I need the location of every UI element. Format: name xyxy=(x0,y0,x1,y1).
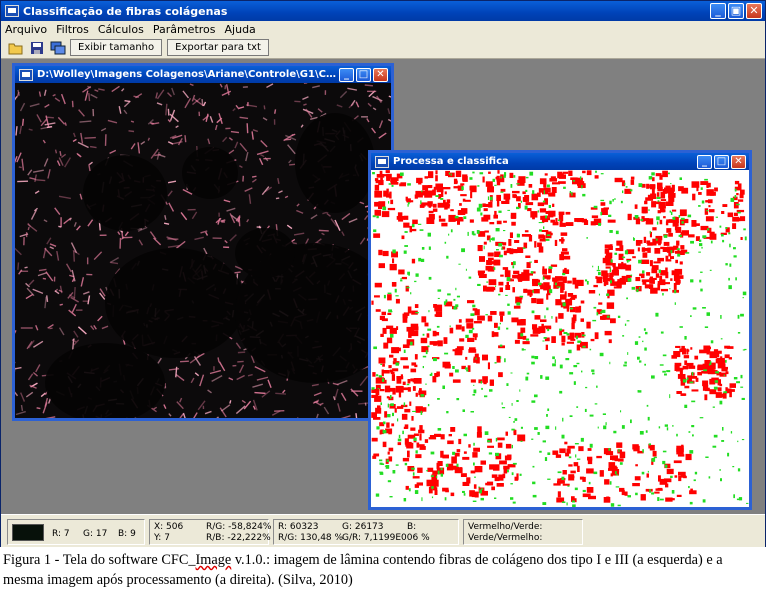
original-close-button[interactable]: ✕ xyxy=(373,68,388,82)
microscopy-image xyxy=(15,83,391,418)
maximize-button[interactable]: ▣ xyxy=(728,3,744,19)
tissue-void xyxy=(45,343,165,418)
export-txt-button[interactable]: Exportar para txt xyxy=(167,39,269,56)
cursor-x: X: 506 xyxy=(154,522,184,532)
cursor-y: Y: 7 xyxy=(154,533,170,543)
ratio-red-green: Vermelho/Verde: xyxy=(468,522,543,532)
menu-bar: Arquivo Filtros Cálculos Parâmetros Ajud… xyxy=(1,21,765,37)
toolbar: Exibir tamanho Exportar para txt xyxy=(1,37,765,59)
open-folder-icon[interactable] xyxy=(7,39,25,57)
close-button[interactable]: ✕ xyxy=(746,3,762,19)
process-icon[interactable] xyxy=(49,39,67,57)
minimize-button[interactable]: _ xyxy=(710,3,726,19)
processed-minimize-button[interactable]: _ xyxy=(697,155,712,169)
app-title: Classificação de fibras colágenas xyxy=(23,4,228,18)
menu-ajuda[interactable]: Ajuda xyxy=(225,23,256,36)
app-titlebar[interactable]: Classificação de fibras colágenas _ ▣ ✕ xyxy=(1,1,765,21)
tissue-void xyxy=(182,147,238,199)
processed-image-window[interactable]: Processa e classifica _ □ ✕ xyxy=(368,150,752,510)
totals-panel: R: 60323 G: 26173 B: R/G: 130,48 % G/R: … xyxy=(273,519,459,545)
pixel-g: G: 17 xyxy=(83,529,108,539)
tissue-void xyxy=(83,155,167,231)
total-b: B: xyxy=(407,522,417,532)
total-r: R: 60323 xyxy=(278,522,319,532)
cursor-panel: X: 506 Y: 7 R/G: -58,824% R/B: -22,222% xyxy=(149,519,272,545)
tissue-void xyxy=(295,113,375,213)
menu-parametros[interactable]: Parâmetros xyxy=(153,23,216,36)
window-icon xyxy=(19,68,33,81)
color-panel: R: 7 G: 17 B: 9 xyxy=(7,519,145,545)
original-minimize-button[interactable]: _ xyxy=(339,68,354,82)
menu-filtros[interactable]: Filtros xyxy=(56,23,89,36)
tissue-void xyxy=(105,248,245,358)
processed-window-title: Processa e classifica xyxy=(393,156,509,167)
color-swatch xyxy=(12,524,44,541)
processed-close-button[interactable]: ✕ xyxy=(731,155,746,169)
original-maximize-button[interactable]: □ xyxy=(356,68,371,82)
menu-arquivo[interactable]: Arquivo xyxy=(5,23,47,36)
app-icon xyxy=(5,5,19,17)
processed-window-titlebar[interactable]: Processa e classifica _ □ ✕ xyxy=(371,153,749,170)
classified-image xyxy=(371,170,749,507)
ratio-panel: Vermelho/Verde: Verde/Vermelho: xyxy=(463,519,583,545)
processed-maximize-button[interactable]: □ xyxy=(714,155,729,169)
figure-caption: Figura 1 - Tela do software CFC_Image v.… xyxy=(3,552,723,588)
save-icon[interactable] xyxy=(28,39,46,57)
pixel-b: B: 9 xyxy=(118,529,136,539)
original-image-window[interactable]: D:\Wolley\Imagens Colagenos\Ariane\Contr… xyxy=(12,63,394,421)
pixel-rb: R/B: -22,222% xyxy=(206,533,271,543)
tissue-void xyxy=(235,228,295,278)
window-icon xyxy=(375,155,389,168)
app-window: Classificação de fibras colágenas _ ▣ ✕ … xyxy=(0,0,766,547)
fit-size-button[interactable]: Exibir tamanho xyxy=(70,39,163,56)
total-rg: R/G: 130,48 % xyxy=(278,533,344,543)
total-gr: G/R: 7,1199E006 % xyxy=(342,533,430,543)
ratio-green-red: Verde/Vermelho: xyxy=(468,533,543,543)
original-window-titlebar[interactable]: D:\Wolley\Imagens Colagenos\Ariane\Contr… xyxy=(15,66,391,83)
total-g: G: 26173 xyxy=(342,522,384,532)
pixel-r: R: 7 xyxy=(52,529,70,539)
status-bar: R: 7 G: 17 B: 9 X: 506 Y: 7 R/G: -58,824… xyxy=(1,514,765,547)
original-window-title: D:\Wolley\Imagens Colagenos\Ariane\Contr… xyxy=(37,69,337,80)
classified-fibers xyxy=(371,170,749,507)
pixel-rg: R/G: -58,824% xyxy=(206,522,272,532)
menu-calculos[interactable]: Cálculos xyxy=(98,23,144,36)
